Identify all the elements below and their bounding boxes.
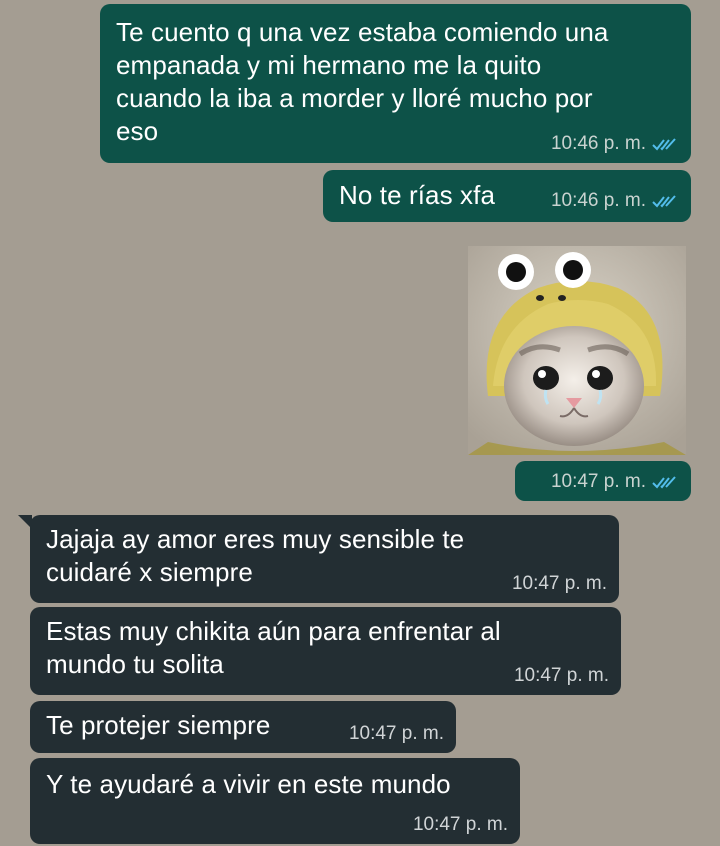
- message-time: 10:47 p. m.: [412, 814, 508, 835]
- message-time: 10:47 p. m.: [348, 723, 444, 744]
- message-time: 10:46 p. m.: [550, 190, 646, 211]
- double-check-icon: [652, 138, 676, 151]
- outgoing-message[interactable]: No te rías xfa 10:46 p. m.: [323, 170, 691, 222]
- incoming-message[interactable]: Estas muy chikita aún para enfrentar al …: [30, 607, 621, 695]
- image-message[interactable]: [468, 246, 686, 455]
- message-meta: 10:47 p. m.: [551, 471, 679, 493]
- message-time: 10:47 p. m.: [550, 471, 646, 492]
- outgoing-message[interactable]: Te cuento q una vez estaba comiendo una …: [100, 4, 691, 163]
- double-check-icon: [652, 195, 676, 208]
- message-time: 10:47 p. m.: [513, 665, 609, 686]
- message-text-line: cuando la iba a morder y lloré mucho por: [116, 83, 593, 113]
- message-meta: 10:46 p. m.: [551, 190, 679, 212]
- incoming-message[interactable]: Te protejer siempre 10:47 p. m.: [30, 701, 456, 753]
- message-text-line: Jajaja ay amor eres muy sensible te: [46, 524, 465, 554]
- message-text-line: Estas muy chikita aún para enfrentar al: [46, 616, 501, 646]
- image-timestamp: 10:47 p. m.: [515, 461, 691, 501]
- message-meta: 10:46 p. m.: [551, 133, 679, 155]
- crying-cat-in-frog-hat-sticker: [468, 246, 686, 455]
- incoming-message[interactable]: Y te ayudaré a vivir en este mundo 10:47…: [30, 758, 520, 844]
- message-text-line: empanada y mi hermano me la quito: [116, 50, 542, 80]
- message-time: 10:46 p. m.: [550, 133, 646, 154]
- bubble-tail: [18, 515, 32, 529]
- message-text-line: Te cuento q una vez estaba comiendo una: [116, 17, 609, 47]
- double-check-icon: [652, 476, 676, 489]
- message-text: Y te ayudaré a vivir en este mundo: [46, 769, 451, 799]
- incoming-message[interactable]: Jajaja ay amor eres muy sensible te cuid…: [30, 515, 619, 603]
- message-time: 10:47 p. m.: [511, 573, 607, 594]
